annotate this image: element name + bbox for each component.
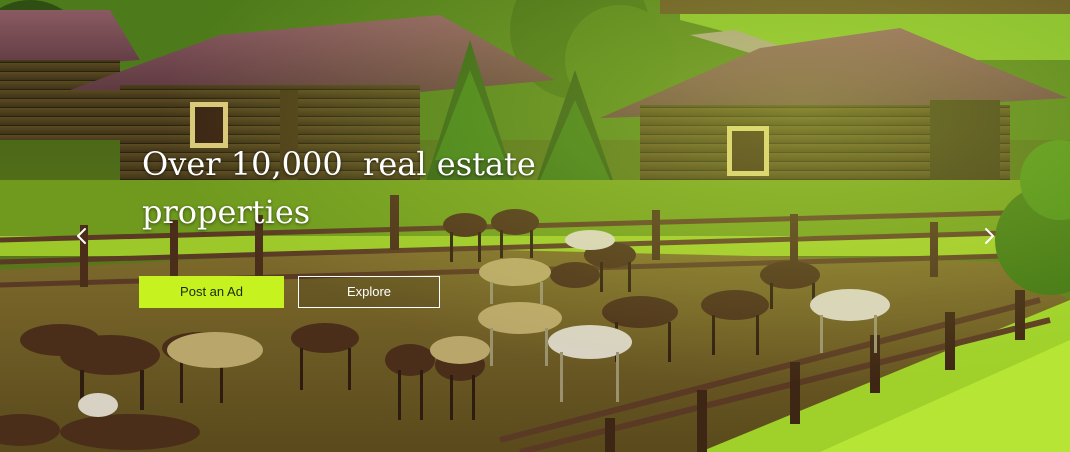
post-ad-button[interactable]: Post an Ad <box>139 276 284 308</box>
carousel-prev-button[interactable] <box>70 222 94 250</box>
hero-banner: Over 10,000 real estate properties Post … <box>0 0 1070 452</box>
chevron-left-icon <box>77 228 86 244</box>
explore-button[interactable]: Explore <box>298 276 440 308</box>
carousel-next-button[interactable] <box>977 222 1001 250</box>
chevron-right-icon <box>985 228 994 244</box>
hero-title: Over 10,000 real estate properties <box>142 145 547 231</box>
